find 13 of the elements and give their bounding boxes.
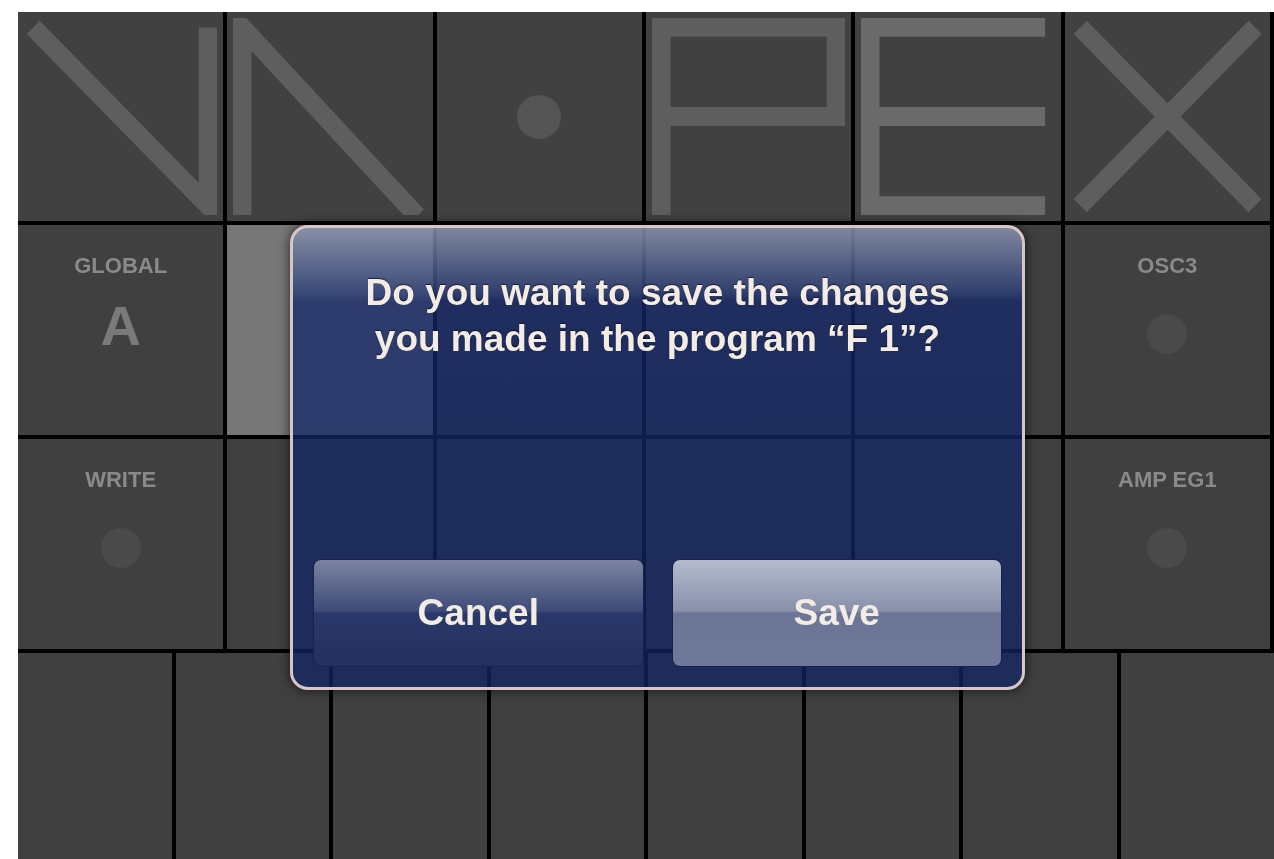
pad[interactable]: OSC3 [1064,225,1270,435]
pad-label[interactable]: GLOBAL [74,249,168,282]
pad-label[interactable]: WRITE [85,463,157,496]
dialog-message: Do you want to save the changes you made in the program “F 1”? [364,271,951,361]
save-button[interactable]: Save [671,559,1002,667]
pad-label[interactable]: AMP EG1 [1118,463,1217,496]
piano-key[interactable] [963,653,1117,859]
pad-value: A [100,298,141,354]
pad-label[interactable]: OSC3 [1137,249,1198,282]
cancel-button[interactable]: Cancel [313,559,644,667]
pad[interactable]: GLOBAL A [18,225,224,435]
pad[interactable]: AMP EG1 [1064,439,1270,649]
pad[interactable]: WRITE [18,439,224,649]
